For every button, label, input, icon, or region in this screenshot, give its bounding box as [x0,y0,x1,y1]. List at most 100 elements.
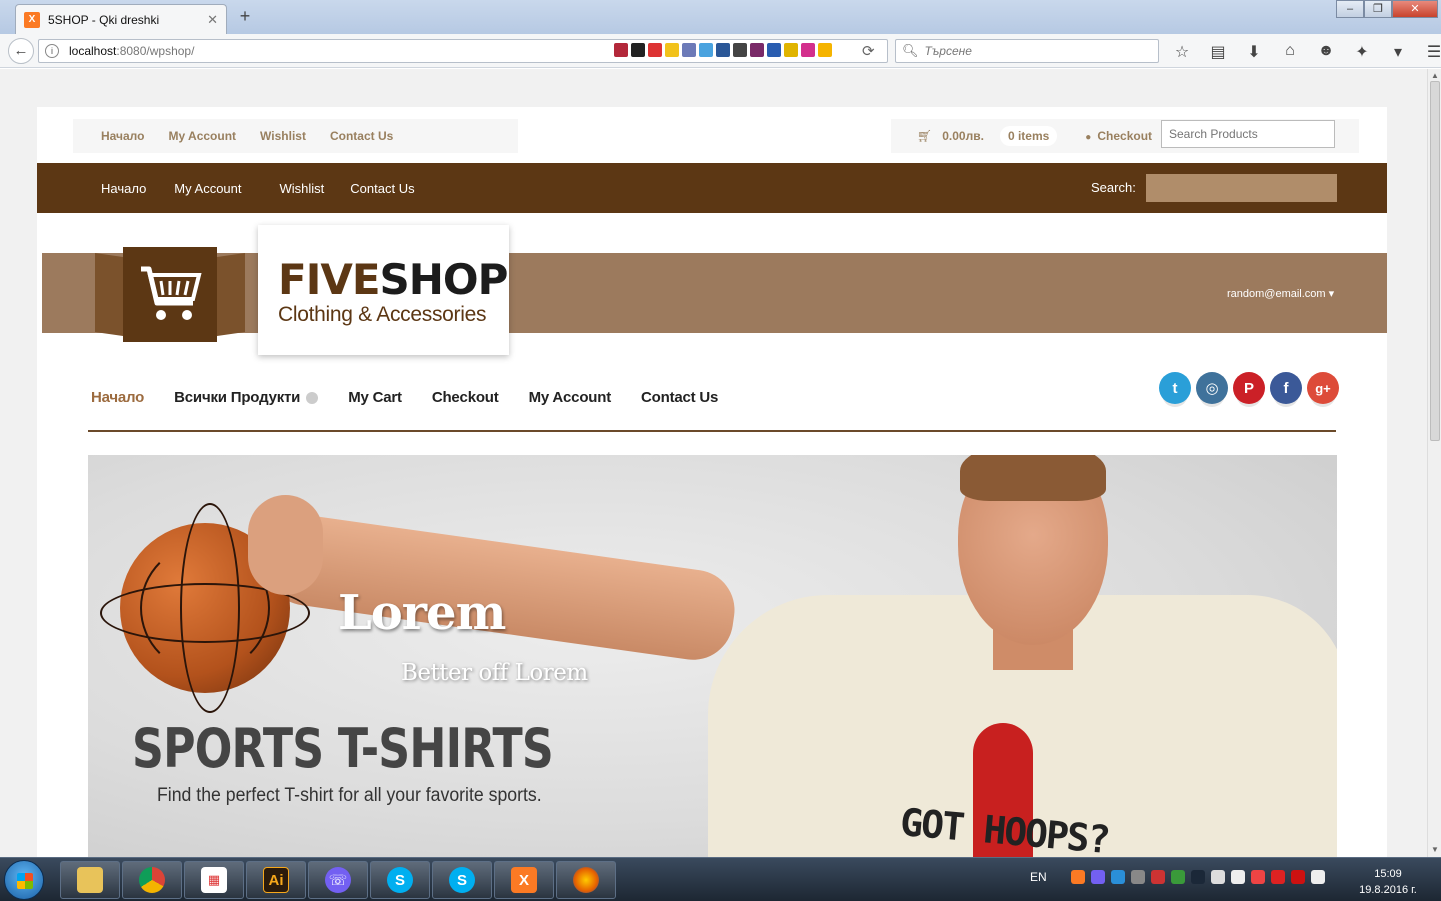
skype-icon: S [387,867,413,893]
extension-icon[interactable] [631,43,645,57]
wordpress-icon[interactable] [733,43,747,57]
download-icon[interactable]: ⬇ [1236,42,1272,62]
nav-item-all-products-wrap[interactable]: Всички Продукти [174,389,319,406]
tray-icon[interactable] [1110,870,1125,884]
taskbar-clock[interactable]: 15:09 19.8.2016 г. [1355,866,1421,898]
extension-icon[interactable] [801,43,815,57]
hero-slider[interactable]: GOT HOOPS? Lorem Better off Lorem SPORTS… [88,455,1337,857]
xampp-tray-icon[interactable] [1070,870,1085,884]
emoji-icon[interactable]: ☻ [1308,42,1344,62]
volume-icon[interactable] [1310,870,1325,884]
cart-items-count[interactable]: 0 items [999,126,1058,146]
util-link-my-account[interactable]: My Account [168,129,236,143]
cart-logo-icon [123,247,217,342]
steam-icon[interactable] [1190,870,1205,884]
taskbar-xampp[interactable]: X [494,861,554,899]
extension-icon[interactable] [767,43,781,57]
shop-logo[interactable]: FIVESHOP Clothing & Accessories [258,225,509,355]
product-search-input[interactable] [1161,120,1335,148]
nav-item-contact[interactable]: Contact Us [641,389,718,406]
hero-hand [248,495,323,595]
tray-icon[interactable] [1230,870,1245,884]
chevron-down-icon[interactable] [306,391,319,404]
extension-icon[interactable] [716,43,730,57]
browser-tab[interactable]: X 5SHOP - Qki dreshki ✕ [15,4,227,34]
taskbar-skype-2[interactable]: S [432,861,492,899]
util-link-home[interactable]: Начало [101,129,144,143]
back-arrow-icon[interactable]: ← [8,38,34,64]
taskbar-illustrator[interactable]: Ai [246,861,306,899]
taskbar-firefox[interactable] [556,861,616,899]
nav-item-checkout[interactable]: Checkout [432,389,499,406]
facebook-icon[interactable]: f [1270,372,1302,404]
home-icon[interactable]: ⌂ [1272,42,1308,62]
nav-item-my-cart[interactable]: My Cart [348,389,402,406]
viber-tray-icon[interactable] [1090,870,1105,884]
new-tab-button[interactable]: + [236,7,254,25]
tray-icon[interactable] [1290,870,1305,884]
page-viewport: Начало My Account Wishlist Contact Us 🛒︎… [0,69,1427,857]
menu-link-wishlist[interactable]: Wishlist [280,181,325,196]
taskbar-explorer[interactable] [60,861,120,899]
bookmark-star-icon[interactable]: ☆ [1164,42,1200,62]
nav-item-home[interactable]: Начало [91,389,144,406]
reload-icon[interactable]: ⟳ [862,42,875,60]
extension-icon[interactable] [750,43,764,57]
taskbar-chrome[interactable] [122,861,182,899]
scroll-up-icon[interactable]: ▲ [1431,71,1439,80]
extension-icon[interactable]: ✦ [1344,42,1380,62]
taskbar-apps-grid[interactable]: ▦ [184,861,244,899]
tray-icon[interactable] [1250,870,1265,884]
taskbar-viber[interactable]: ☏ [308,861,368,899]
shop-logo-emblem[interactable] [95,247,245,342]
extension-icon[interactable] [665,43,679,57]
google-plus-icon[interactable]: g+ [1307,372,1339,404]
menu-search-input[interactable] [1146,174,1337,202]
extension-icon[interactable] [818,43,832,57]
logo-ribbon-left [95,253,123,336]
page-scrollbar[interactable]: ▲ ▼ [1427,69,1441,857]
maximize-button[interactable]: ❐ [1364,0,1392,18]
extension-icon[interactable] [614,43,628,57]
menu-icon[interactable]: ☰ [1416,42,1441,62]
extension-icon[interactable] [699,43,713,57]
menu-link-my-account[interactable]: My Account [174,181,241,196]
twitter-icon[interactable]: t [1159,372,1191,404]
extension-icon[interactable] [648,43,662,57]
tray-icon[interactable] [1150,870,1165,884]
chrome-icon [139,867,165,893]
scrollbar-thumb[interactable] [1430,81,1440,441]
tray-icon[interactable] [1130,870,1145,884]
php-extension-icon[interactable] [682,43,696,57]
logo-ribbon-right [217,253,245,336]
dropdown-icon[interactable]: ▾ [1380,42,1416,62]
menu-link-contact[interactable]: Contact Us [350,181,414,196]
tab-title: 5SHOP - Qki dreshki [48,12,160,27]
tray-icon[interactable] [1270,870,1285,884]
util-link-wishlist[interactable]: Wishlist [260,129,306,143]
nav-item-my-account[interactable]: My Account [529,389,612,406]
cart-icon[interactable]: 🛒︎ [917,129,932,143]
extension-icon[interactable] [784,43,798,57]
menu-link-home[interactable]: Начало [101,181,146,196]
minimize-button[interactable]: – [1336,0,1364,18]
checkout-link[interactable]: Checkout [1085,129,1152,143]
language-indicator[interactable]: EN [1030,870,1047,884]
nav-item-all-products[interactable]: Всички Продукти [174,389,300,406]
site-info-icon[interactable]: i [45,44,59,58]
tray-icon[interactable] [1210,870,1225,884]
scroll-down-icon[interactable]: ▼ [1431,845,1439,854]
taskbar-skype-1[interactable]: S [370,861,430,899]
browser-search-bar[interactable]: 🔍︎ Търсене [895,39,1159,63]
close-window-button[interactable]: ✕ [1392,0,1438,18]
util-link-contact[interactable]: Contact Us [330,129,393,143]
start-button[interactable] [4,860,44,900]
user-account-dropdown[interactable]: random@email.com ▾ [1227,287,1334,300]
reading-list-icon[interactable]: ▤ [1200,42,1236,62]
apps-grid-icon: ▦ [201,867,227,893]
pinterest-icon[interactable]: P [1233,372,1265,404]
tray-icon[interactable] [1170,870,1185,884]
cart-amount[interactable]: 0.00лв. [942,129,984,143]
close-tab-icon[interactable]: ✕ [207,12,218,28]
instagram-icon[interactable]: ◎ [1196,372,1228,404]
